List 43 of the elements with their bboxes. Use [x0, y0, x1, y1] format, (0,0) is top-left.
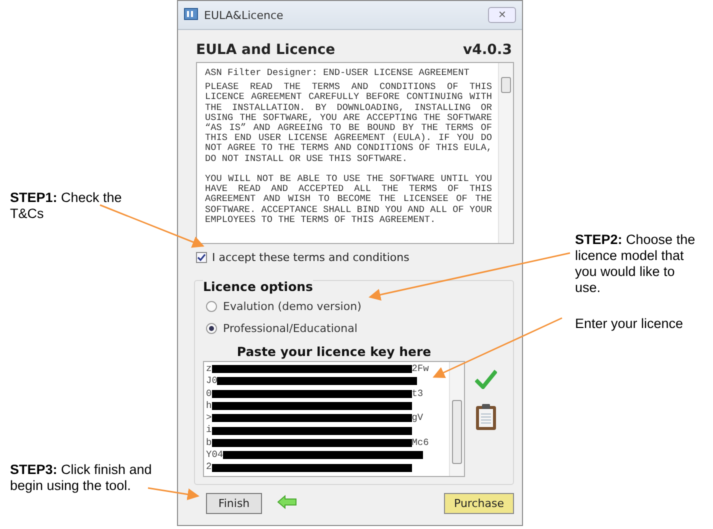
step-note: STEP1: Check the T&Cs — [10, 190, 123, 222]
leader-line — [148, 487, 200, 500]
key-text: gV — [412, 412, 424, 424]
key-prompt: Paste your licence key here — [236, 344, 432, 359]
left-arrow-icon — [277, 495, 297, 509]
dialog-title: EULA and Licence — [196, 42, 336, 58]
key-text: h — [206, 400, 212, 412]
purchase-button[interactable]: Purchase — [444, 493, 514, 514]
eula-paragraph: YOU WILL NOT BE ABLE TO USE THE SOFTWARE UNTIL YOU HAVE READ AND ACCEPTED ALL THE TERMS OF THIS AGREEMENT AND WISH TO BECOME THE LICENSEE OF THE SOFTWARE. ACCEPTANCE SHALL BIND YOU AND ALL OF YOUR EMPLOYEES TO THE TERMS OF THIS AGREEMENT. — [205, 174, 492, 226]
app-icon — [184, 8, 198, 20]
clipboard-icon[interactable] — [475, 403, 497, 431]
key-text: 2Fw — [412, 363, 429, 376]
version-label: v4.0.3 — [463, 42, 512, 58]
licence-agreement-text-box[interactable] — [196, 62, 514, 244]
close-button[interactable]: ✕ — [488, 7, 516, 23]
key-text: 2 — [206, 461, 212, 474]
accept-label: I accept these terms and conditions — [212, 251, 410, 264]
radio-button[interactable] — [206, 323, 217, 334]
accept-checkbox[interactable] — [196, 252, 207, 263]
key-text: > — [206, 412, 212, 424]
eula-paragraph: PLEASE READ THE TERMS AND CONDITIONS OF THIS LICENCE AGREEMENT CAREFULLY BEFORE CONTINUING WITH THE INSTALLATION. BY DOWNLOADING, INSTALLING OR USING THE SOFTWARE, YOU ARE ACCEPTING THE SOFTWARE “AS IS” AND AGREEING TO BE BOUND BY THE TERMS OF THIS END USER LICENSE AGREEMENT (EULA). IF YOU DO NOT AGREE TO THE TERMS AND CONDITIONS OF THIS EULA, DO NOT INSTALL OR USE THIS SOFTWARE. — [205, 82, 492, 164]
window-title: EULA&Licence — [204, 8, 284, 22]
step-note: STEP3: Click finish and begin using the tool. — [10, 462, 153, 494]
group-title: Licence options — [203, 279, 313, 294]
licence-key-field[interactable]: z 2Fw J0 0 t3 h > gV i b Mc6 Y04 2 — [203, 361, 465, 477]
radio-button[interactable] — [206, 301, 217, 312]
key-text: Y04 — [206, 449, 224, 462]
key-text: b — [206, 436, 212, 450]
check-icon — [197, 253, 206, 262]
key-text: t3 — [412, 388, 424, 400]
scrollbar[interactable] — [498, 63, 513, 243]
key-text: Mc6 — [412, 436, 429, 450]
scrollbar[interactable] — [449, 362, 464, 476]
eula-heading: ASN Filter Designer: END-USER LICENSE AGREEMENT — [205, 68, 470, 78]
radio-label: Evalution (demo version) — [223, 300, 362, 313]
key-text: i — [206, 424, 212, 437]
key-text: J0 — [206, 375, 218, 388]
radio-label: Professional/Educational — [223, 322, 358, 335]
step-note: STEP2: Choose the licence model that you would like to use. — [575, 232, 696, 296]
key-text: z — [206, 363, 212, 376]
finish-button[interactable]: Finish — [206, 493, 262, 514]
key-text: 0 — [206, 388, 212, 400]
step-note: Enter your licence — [575, 316, 684, 332]
